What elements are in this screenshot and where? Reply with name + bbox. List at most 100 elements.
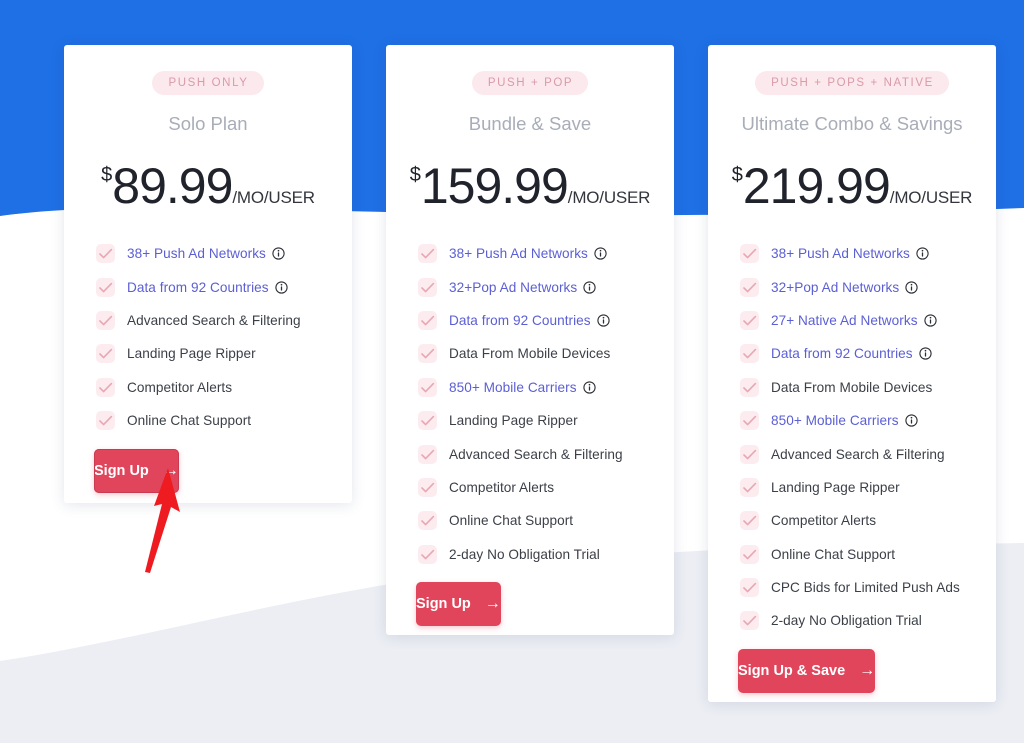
check-icon [418,444,437,464]
feature-label: Advanced Search & Filtering [449,446,623,462]
info-icon[interactable] [272,247,285,260]
info-icon[interactable] [594,247,607,260]
feature-item[interactable]: 850+ Mobile Carriers [740,404,996,437]
check-icon [418,544,437,564]
feature-item: CPC Bids for Limited Push Ads [740,571,996,604]
check-icon [740,578,759,598]
price-period: /MO/USER [567,188,651,207]
feature-item: Online Chat Support [740,538,996,571]
info-icon[interactable] [274,280,288,294]
check-icon [740,310,759,330]
plan-price: $89.99/MO/USER [64,157,352,215]
plan-badge: PUSH + POPS + NATIVE [755,71,949,95]
feature-label: Online Chat Support [449,513,574,529]
feature-list: 38+ Push Ad Networks Data from 92 Countri… [64,237,352,437]
sign-up-save-button-label: Sign Up & Save [738,663,846,679]
feature-item[interactable]: 38+ Push Ad Networks [740,237,996,270]
info-icon[interactable] [905,280,918,294]
feature-item[interactable]: 27+ Native Ad Networks [740,304,996,337]
price-amount: 159.99 [420,158,569,214]
feature-label: 2-day No Obligation Trial [449,546,600,562]
info-icon[interactable] [916,247,929,260]
info-icon[interactable] [596,314,610,327]
badge-container: PUSH + POP [386,71,674,95]
feature-item: Data From Mobile Devices [418,337,674,370]
feature-label: 850+ Mobile Carriers [771,413,899,429]
feature-item[interactable]: 38+ Push Ad Networks [418,237,674,270]
check-icon [418,411,437,431]
feature-label: Data From Mobile Devices [449,346,611,362]
feature-item[interactable]: Data from 92 Countries [418,304,674,337]
feature-label: 27+ Native Ad Networks [771,312,918,328]
feature-item: Advanced Search & Filtering [418,437,674,470]
feature-item: Advanced Search & Filtering [740,437,996,470]
feature-label: 32+Pop Ad Networks [449,279,578,295]
feature-label: 850+ Mobile Carriers [449,379,577,395]
feature-label: Competitor Alerts [449,479,555,495]
sign-up-save-button[interactable]: Sign Up & Save → [738,649,876,693]
arrow-right-icon: → [859,662,876,679]
info-icon[interactable] [904,414,918,427]
feature-label: Online Chat Support [771,546,896,562]
check-icon [418,277,437,297]
feature-label: 32+Pop Ad Networks [771,279,900,295]
feature-label: Data From Mobile Devices [771,379,933,395]
feature-item: Advanced Search & Filtering [96,304,352,337]
feature-item[interactable]: 32+Pop Ad Networks [740,270,996,303]
check-icon [740,377,759,397]
feature-item[interactable]: Data from 92 Countries [96,270,352,303]
feature-label: Online Chat Support [127,413,252,429]
feature-label: Advanced Search & Filtering [127,312,301,328]
plan-name: Bundle & Save [468,113,592,134]
sign-up-button-label: Sign Up [94,463,149,479]
feature-label: 38+ Push Ad Networks [449,246,588,262]
sign-up-button-label: Sign Up [416,596,471,612]
feature-item: Competitor Alerts [418,471,674,504]
info-icon[interactable] [582,381,596,394]
check-icon [740,344,759,364]
feature-label: Data from 92 Countries [449,312,591,328]
feature-item: Landing Page Ripper [740,471,996,504]
sign-up-button[interactable]: Sign Up → [416,582,501,626]
check-icon [418,477,437,497]
check-icon [740,244,759,264]
cta-container: Sign Up → [386,582,531,626]
arrow-right-icon: → [162,462,179,479]
check-icon [96,310,115,330]
feature-item[interactable]: Data from 92 Countries [740,337,996,370]
cta-container: Sign Up & Save → [708,649,905,693]
feature-item: Competitor Alerts [740,504,996,537]
plan-badge: PUSH ONLY [152,71,264,95]
feature-label: CPC Bids for Limited Push Ads [771,580,960,596]
check-icon [96,344,115,364]
feature-item: 2-day No Obligation Trial [418,538,674,571]
pricing-page: PUSH ONLY Solo Plan $89.99/MO/USER 38+ P… [0,0,1024,743]
pricing-card-solo: PUSH ONLY Solo Plan $89.99/MO/USER 38+ P… [64,45,352,503]
currency-symbol: $ [409,164,421,186]
plan-badge: PUSH + POP [471,71,589,95]
check-icon [418,511,437,531]
check-icon [740,544,759,564]
feature-item[interactable]: 32+Pop Ad Networks [418,270,674,303]
feature-item: 2-day No Obligation Trial [740,604,996,637]
feature-list: 38+ Push Ad Networks 32+Pop Ad Networks Da… [386,237,674,571]
feature-label: 38+ Push Ad Networks [771,246,910,262]
cta-container: Sign Up → [64,449,209,493]
check-icon [418,377,437,397]
currency-symbol: $ [101,164,113,186]
feature-label: Data from 92 Countries [127,279,269,295]
feature-item[interactable]: 850+ Mobile Carriers [418,371,674,404]
badge-container: PUSH ONLY [64,71,352,95]
feature-item[interactable]: 38+ Push Ad Networks [96,237,352,270]
feature-item: Data From Mobile Devices [740,371,996,404]
feature-label: 2-day No Obligation Trial [771,613,922,629]
check-icon [418,344,437,364]
feature-item: Competitor Alerts [96,371,352,404]
info-icon[interactable] [923,314,937,327]
check-icon [740,477,759,497]
info-icon[interactable] [583,280,596,294]
sign-up-button[interactable]: Sign Up → [94,449,179,493]
feature-item: Online Chat Support [418,504,674,537]
feature-label: Data from 92 Countries [771,346,913,362]
info-icon[interactable] [918,347,932,361]
